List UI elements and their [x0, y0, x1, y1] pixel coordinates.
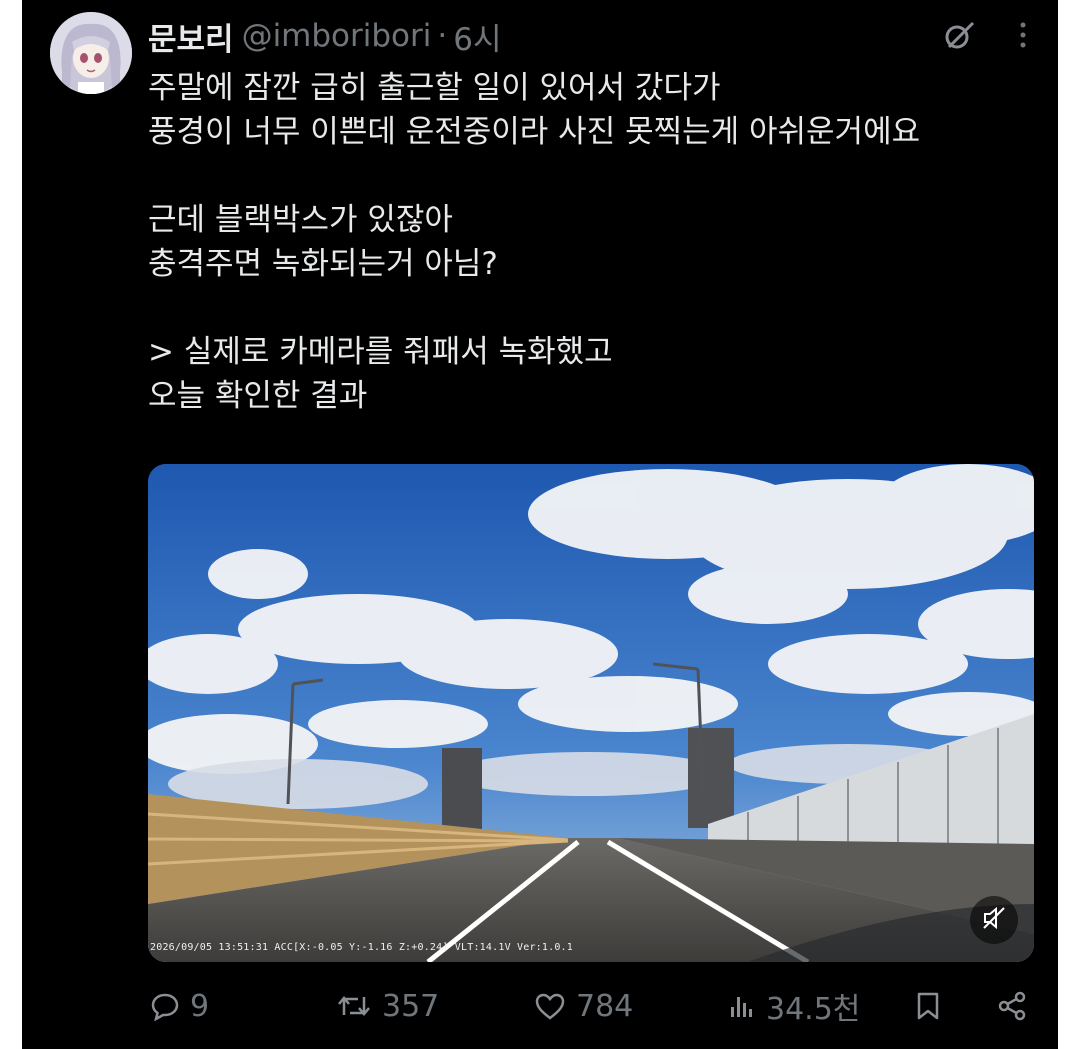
view-count: 34.5천: [766, 992, 861, 1027]
top-icons: [942, 18, 1028, 52]
like-count: 784: [576, 988, 634, 1024]
separator-dot: ·: [437, 18, 448, 54]
views-icon: [726, 991, 766, 1021]
reply-icon: [150, 991, 190, 1021]
reply-button[interactable]: 9: [150, 980, 209, 1032]
like-icon: [534, 991, 576, 1021]
share-icon: [996, 990, 1038, 1022]
bookmark-icon: [914, 991, 952, 1021]
repost-count: 357: [382, 988, 440, 1024]
post-header: 문보리 @imboribori · 6시: [148, 14, 502, 58]
more-icon[interactable]: [1018, 20, 1028, 50]
like-button[interactable]: 784: [534, 980, 633, 1032]
views-button[interactable]: 34.5천: [726, 980, 860, 1032]
post-video[interactable]: 2026/09/05 13:51:31 ACC[X:-0.05 Y:-1.16 …: [148, 464, 1034, 962]
dashcam-overlay-text: 2026/09/05 13:51:31 ACC[X:-0.05 Y:-1.16 …: [150, 942, 573, 953]
grok-icon[interactable]: [942, 18, 976, 52]
post-text-line: 주말에 잠깐 급히 출근할 일이 있어서 갔다가: [148, 70, 721, 106]
post-text-line: 오늘 확인한 결과: [148, 378, 368, 414]
post-text-line: 충격주면 녹화되는거 아님?: [148, 246, 498, 282]
post-text-line: > 실제로 카메라를 줘패서 녹화했고: [148, 334, 613, 370]
post-text: 주말에 잠깐 급히 출근할 일이 있어서 갔다가 풍경이 너무 이쁜데 운전중이…: [148, 66, 1028, 418]
bookmark-button[interactable]: [914, 980, 952, 1032]
repost-button[interactable]: 357: [336, 980, 439, 1032]
post-time[interactable]: 6시: [453, 14, 501, 59]
speaker-muted-icon: [981, 905, 1007, 935]
post-text-line: 풍경이 너무 이쁜데 운전중이라 사진 못찍는게 아쉬운거에요: [148, 114, 921, 150]
post-panel: 문보리 @imboribori · 6시 주말에 잠깐 급히 출근할 일이 있어…: [22, 0, 1058, 1049]
repost-icon: [336, 991, 382, 1021]
post-actions: 9 357 784 34.5천: [148, 980, 1034, 1032]
mute-button[interactable]: [970, 896, 1018, 944]
post-text-line: 근데 블랙박스가 있잖아: [148, 202, 453, 238]
display-name[interactable]: 문보리: [148, 14, 234, 59]
reply-count: 9: [190, 988, 210, 1024]
user-handle[interactable]: @imboribori: [242, 18, 432, 54]
avatar[interactable]: [50, 12, 132, 94]
share-button[interactable]: [996, 980, 1038, 1032]
